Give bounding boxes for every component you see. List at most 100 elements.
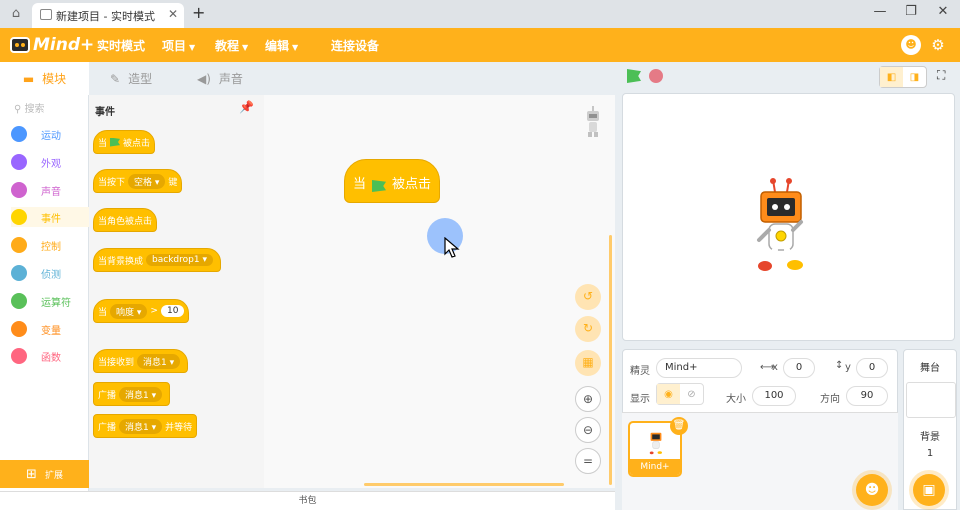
stage-canvas[interactable] [622, 93, 955, 341]
zoom-in-icon[interactable]: ⊕ [575, 386, 601, 412]
home-icon[interactable]: ⌂ [8, 6, 24, 22]
category-variables[interactable]: 变量 [11, 319, 89, 339]
block-when-sprite-clicked[interactable]: 当角色被点击 [93, 208, 158, 232]
category-motion[interactable]: 运动 [11, 124, 89, 144]
add-backdrop-button[interactable]: ▣ [913, 474, 945, 506]
green-flag-icon [372, 180, 387, 192]
mouse-cursor-icon [444, 237, 460, 258]
stage-header: ◧ ◨ ⛶ [615, 62, 960, 92]
block-when-flag-clicked[interactable]: 当 被点击 [93, 130, 156, 154]
close-tab-icon[interactable]: ✕ [168, 7, 178, 21]
y-position-input[interactable]: 0 [856, 358, 888, 378]
category-dot [11, 293, 27, 309]
trash-icon[interactable]: 🗑 [670, 417, 688, 435]
speaker-icon: ◀) [197, 71, 211, 86]
eye-slash-icon[interactable]: ⊘ [680, 384, 703, 404]
key-dropdown[interactable]: 空格 ▾ [128, 173, 166, 189]
pin-icon[interactable]: 📌 [239, 100, 254, 114]
zoom-reset-icon[interactable]: = [575, 448, 601, 474]
stage-title: 舞台 [920, 363, 940, 374]
extension-button[interactable]: ⊞ 扩展 [0, 460, 89, 488]
palette-section-title: 事件 [95, 107, 115, 118]
sprite-add-icon: ☻ [864, 482, 880, 498]
gear-icon[interactable]: ⚙ [928, 35, 948, 55]
stage-size-toggle: ◧ ◨ [879, 66, 927, 88]
user-avatar-icon[interactable]: ☻ [901, 35, 921, 55]
block-when-backdrop-switches[interactable]: 当背景换成 backdrop1 ▾ [93, 248, 221, 272]
zoom-out-icon[interactable]: ⊖ [575, 417, 601, 443]
search-icon: ⚲ [14, 104, 22, 115]
message-dropdown[interactable]: 消息1 ▾ [119, 386, 163, 402]
redo-icon[interactable]: ↻ [575, 316, 601, 342]
large-stage-icon[interactable]: ◨ [903, 67, 926, 87]
category-dot [11, 348, 27, 364]
loudness-dropdown[interactable]: 响度 ▾ [110, 303, 148, 319]
tab-title: 新建项目 - 实时模式 [56, 10, 155, 23]
block-broadcast-and-wait[interactable]: 广播 消息1 ▾ 并等待 [93, 414, 198, 438]
undo-icon[interactable]: ↺ [575, 284, 601, 310]
cleanup-icon[interactable]: ▦ [575, 350, 601, 376]
block-when-loudness[interactable]: 当 响度 ▾ > 10 [93, 299, 190, 323]
mind-plus-robot-sprite[interactable] [753, 178, 809, 274]
category-sound[interactable]: 声音 [11, 180, 89, 200]
vertical-scrollbar[interactable] [609, 235, 612, 485]
category-looks[interactable]: 外观 [11, 152, 89, 172]
stop-icon[interactable] [649, 69, 663, 83]
minimize-icon[interactable]: — [870, 4, 890, 19]
tab-sounds[interactable]: ◀) 声音 [197, 62, 267, 95]
message-dropdown[interactable]: 消息1 ▾ [119, 418, 163, 434]
app-header: Mind+ 实时模式 项目 ▼ 教程 ▼ 编辑 ▼ 连接设备 ☻ ⚙ [0, 28, 960, 62]
menu-tutorial[interactable]: 教程 ▼ [215, 37, 248, 54]
loudness-value-input[interactable]: 10 [160, 305, 185, 317]
category-list: ⚲ 搜索 运动 外观 声音 事件 控制 侦测 运算符 变量 函数 ⊞ 扩展 [0, 95, 89, 510]
green-flag-icon[interactable] [627, 69, 641, 83]
small-stage-icon[interactable]: ◧ [880, 67, 903, 87]
y-axis-icon: ↕ [835, 360, 844, 371]
size-input[interactable]: 100 [752, 386, 796, 406]
menu-edit[interactable]: 编辑 ▼ [265, 37, 298, 54]
message-dropdown[interactable]: 消息1 ▾ [137, 353, 181, 369]
block-when-key-pressed[interactable]: 当按下 空格 ▾ 键 [93, 169, 183, 193]
sprite-card-name: Mind+ [630, 459, 680, 475]
restore-icon[interactable]: ❐ [901, 4, 921, 19]
sprite-name-input[interactable]: Mind+ [656, 358, 742, 378]
block-broadcast[interactable]: 广播 消息1 ▾ [93, 382, 171, 406]
category-dot [11, 209, 27, 225]
fullscreen-icon[interactable]: ⛶ [937, 68, 945, 83]
horizontal-scrollbar[interactable] [364, 483, 564, 486]
browser-tab[interactable]: 新建项目 - 实时模式 ✕ [32, 3, 184, 28]
new-tab-button[interactable]: + [192, 3, 205, 22]
y-label: y [845, 362, 851, 373]
category-functions[interactable]: 函数 [11, 346, 89, 366]
backdrop-count: 1 [926, 448, 934, 459]
backdrop-thumbnail [906, 382, 956, 418]
backdrop-dropdown[interactable]: backdrop1 ▾ [146, 254, 213, 266]
add-sprite-button[interactable]: ☻ [856, 474, 888, 506]
caret-down-icon: ▼ [292, 43, 299, 52]
category-operators[interactable]: 运算符 [11, 291, 89, 311]
logo-text: Mind+ [33, 35, 95, 55]
page-icon [40, 9, 52, 20]
block-when-receive[interactable]: 当接收到 消息1 ▾ [93, 349, 189, 373]
close-window-icon[interactable]: ✕ [933, 4, 953, 19]
tab-blocks[interactable]: ▬ 模块 [0, 62, 89, 95]
menu-project[interactable]: 项目 ▼ [162, 37, 195, 54]
category-control[interactable]: 控制 [11, 235, 89, 255]
script-workspace[interactable]: 当 被点击 ↺ ↻ ▦ ⊕ ⊖ = [264, 95, 615, 488]
direction-input[interactable]: 90 [846, 386, 888, 406]
show-label: 显示 [630, 394, 650, 405]
menu-connect-device[interactable]: 连接设备 [331, 37, 379, 54]
category-events[interactable]: 事件 [11, 207, 89, 227]
block-search[interactable]: ⚲ 搜索 [14, 100, 45, 115]
menu-realtime-mode[interactable]: 实时模式 [97, 37, 145, 54]
script-block-when-flag-clicked[interactable]: 当 被点击 [344, 159, 441, 203]
x-position-input[interactable]: 0 [783, 358, 815, 378]
tab-costumes[interactable]: ✎ 造型 [110, 62, 180, 95]
backpack-bar[interactable]: 书包 [0, 491, 615, 510]
extension-icon: ⊞ [26, 466, 37, 482]
blocks-icon: ▬ [22, 71, 35, 86]
sprite-thumbnail-icon [587, 106, 599, 137]
visibility-toggle: ◉ ⊘ [656, 383, 704, 405]
category-sensing[interactable]: 侦测 [11, 263, 89, 283]
eye-icon[interactable]: ◉ [657, 384, 680, 404]
